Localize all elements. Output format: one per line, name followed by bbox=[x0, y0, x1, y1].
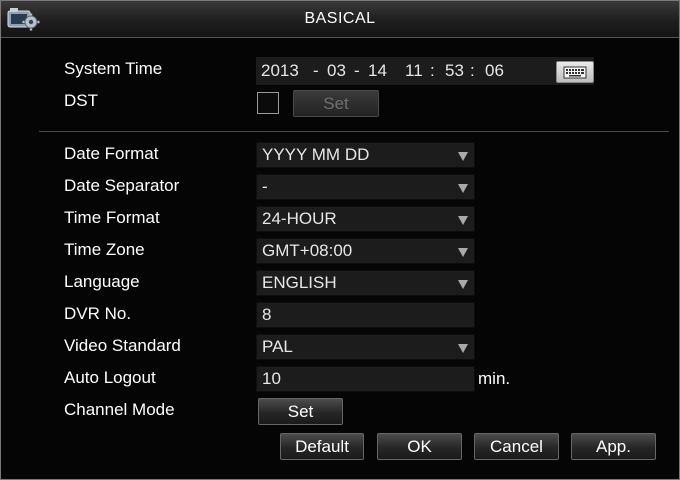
date-separator-dropdown[interactable]: - bbox=[256, 174, 475, 200]
time-format-label: Time Format bbox=[64, 208, 160, 227]
title-bar: BASICAL bbox=[1, 1, 679, 38]
auto-logout-input[interactable]: 10 bbox=[256, 366, 475, 392]
section-divider bbox=[39, 131, 669, 132]
system-time-field[interactable]: 2013 - 03 - 14 11 : 53 : 06 bbox=[256, 57, 594, 85]
window-title: BASICAL bbox=[304, 10, 376, 27]
time-year[interactable]: 2013 bbox=[261, 57, 299, 85]
dvr-no-label: DVR No. bbox=[64, 304, 132, 323]
video-standard-dropdown[interactable]: PAL bbox=[256, 334, 475, 360]
time-hour[interactable]: 11 bbox=[405, 57, 423, 85]
date-separator-1: - bbox=[313, 61, 319, 80]
time-format-dropdown[interactable]: 24-HOUR bbox=[256, 206, 475, 232]
time-zone-dropdown[interactable]: GMT+08:00 bbox=[256, 238, 475, 264]
date-separator-label: Date Separator bbox=[64, 176, 180, 195]
dropdown-arrow-icon bbox=[458, 344, 468, 353]
system-time-label: System Time bbox=[64, 59, 163, 78]
basical-settings-window: BASICAL System Time 2013 - 03 - 14 11 : … bbox=[0, 0, 680, 480]
dropdown-arrow-icon bbox=[458, 184, 468, 193]
apply-button[interactable]: App. bbox=[571, 433, 656, 460]
time-format-value: 24-HOUR bbox=[262, 209, 337, 228]
language-dropdown[interactable]: ENGLISH bbox=[256, 270, 475, 296]
ok-button[interactable]: OK bbox=[377, 433, 462, 460]
time-zone-value: GMT+08:00 bbox=[262, 241, 353, 260]
time-month[interactable]: 03 bbox=[327, 57, 346, 85]
channel-mode-set-button[interactable]: Set bbox=[258, 398, 343, 425]
time-second[interactable]: 06 bbox=[485, 57, 504, 85]
date-format-dropdown[interactable]: YYYY MM DD bbox=[256, 142, 475, 168]
date-format-label: Date Format bbox=[64, 144, 159, 163]
time-minute[interactable]: 53 bbox=[445, 57, 464, 85]
date-separator-2: - bbox=[354, 61, 360, 80]
dropdown-arrow-icon bbox=[458, 152, 468, 161]
video-standard-label: Video Standard bbox=[64, 336, 181, 355]
time-separator-1: : bbox=[430, 61, 435, 80]
dst-label: DST bbox=[64, 91, 98, 110]
default-button[interactable]: Default bbox=[280, 433, 364, 460]
language-label: Language bbox=[64, 272, 140, 291]
dvr-no-input[interactable]: 8 bbox=[256, 302, 475, 328]
dst-checkbox[interactable] bbox=[257, 92, 279, 114]
video-standard-value: PAL bbox=[262, 337, 293, 356]
date-format-value: YYYY MM DD bbox=[262, 145, 370, 164]
time-day[interactable]: 14 bbox=[368, 57, 387, 85]
auto-logout-value: 10 bbox=[262, 369, 281, 388]
keyboard-icon bbox=[563, 66, 587, 79]
language-value: ENGLISH bbox=[262, 273, 337, 292]
auto-logout-unit: min. bbox=[478, 369, 511, 388]
dvr-no-value: 8 bbox=[262, 305, 272, 324]
dropdown-arrow-icon bbox=[458, 248, 468, 257]
time-separator-2: : bbox=[470, 61, 475, 80]
cancel-button[interactable]: Cancel bbox=[474, 433, 559, 460]
auto-logout-label: Auto Logout bbox=[64, 368, 156, 387]
keyboard-button[interactable] bbox=[556, 61, 594, 83]
time-zone-label: Time Zone bbox=[64, 240, 145, 259]
channel-mode-label: Channel Mode bbox=[64, 400, 175, 419]
dst-set-button[interactable]: Set bbox=[293, 90, 379, 117]
date-separator-value: - bbox=[262, 177, 268, 196]
dropdown-arrow-icon bbox=[458, 280, 468, 289]
dropdown-arrow-icon bbox=[458, 216, 468, 225]
